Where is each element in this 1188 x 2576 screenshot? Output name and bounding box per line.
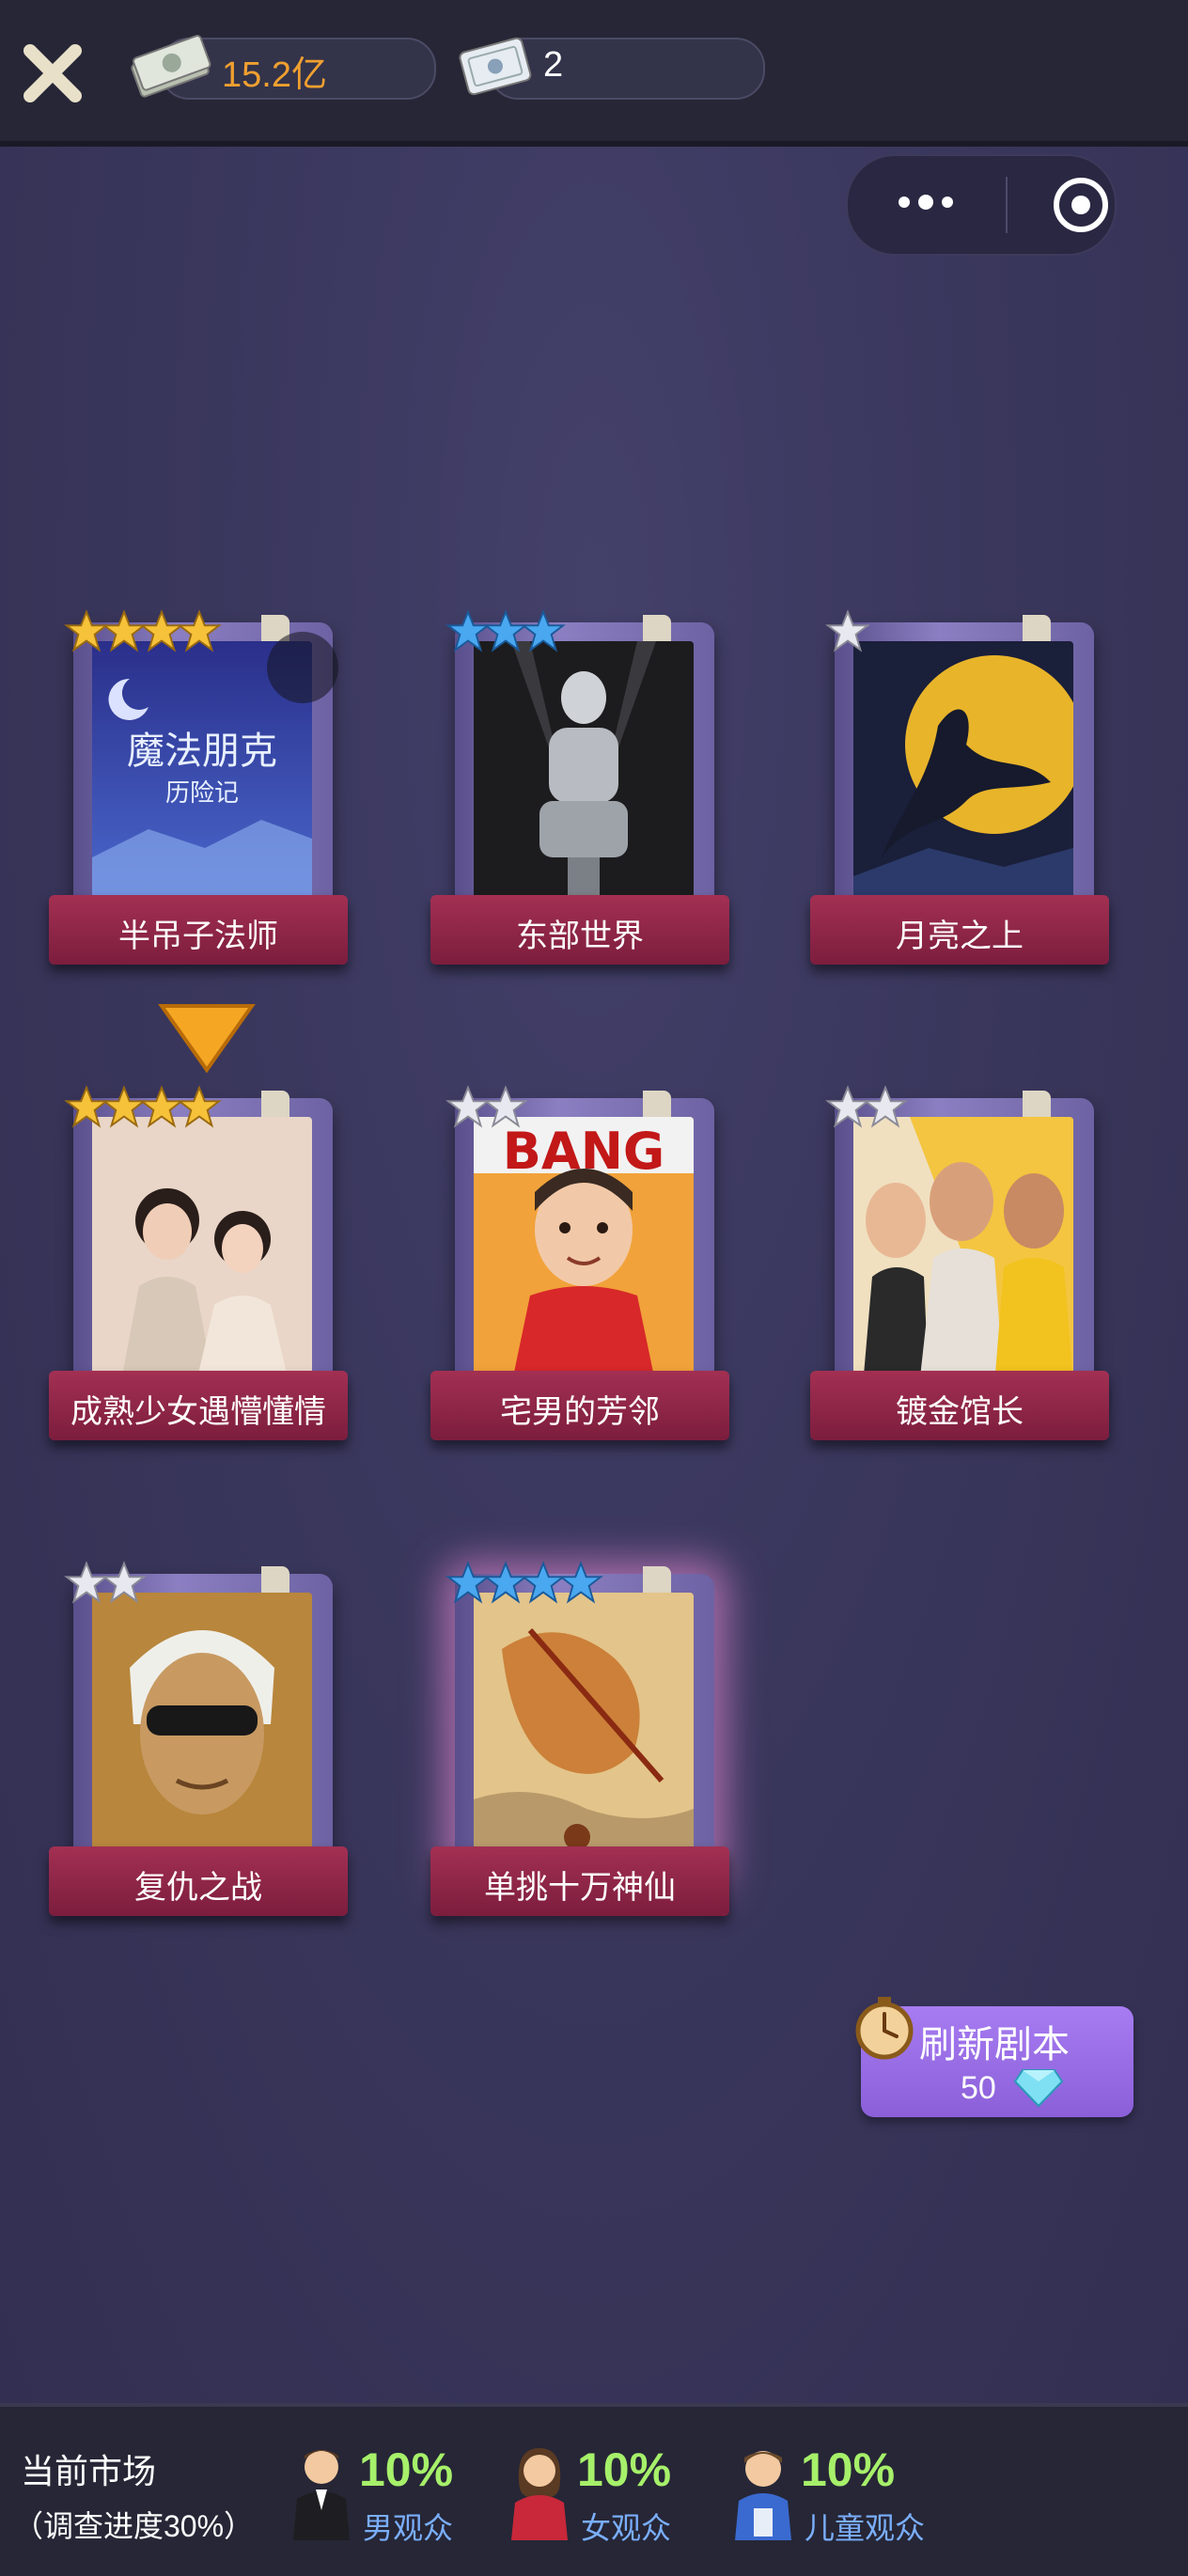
script-title: 成熟少女遇懵懂情: [70, 1394, 326, 1430]
script-title: 镀金馆长: [896, 1394, 1024, 1430]
money-stack-icon: [131, 35, 211, 98]
audience-percent: 10%: [801, 2443, 896, 2496]
more-icon[interactable]: [893, 188, 959, 216]
survey-progress: （调查进度30%）: [13, 2509, 255, 2543]
audience-label: 女观众: [581, 2511, 672, 2545]
star-rating: [825, 609, 870, 666]
poster-image: [92, 1593, 312, 1861]
script-title: 宅男的芳邻: [500, 1394, 660, 1430]
star-icon: [177, 1085, 222, 1128]
script-card[interactable]: 复仇之战: [47, 1553, 357, 1948]
child-audience-icon: [735, 2451, 791, 2540]
audience-label: 儿童观众: [805, 2511, 926, 2545]
male-audience-stat: 10% 男观众: [286, 2442, 502, 2555]
poster-subtitle: 历险记: [165, 779, 239, 808]
poster-image: [853, 1117, 1073, 1386]
mini-program-capsule: [846, 154, 1117, 256]
script-title: 东部世界: [516, 919, 644, 954]
male-audience-icon: [293, 2450, 350, 2540]
poster-image: [92, 1117, 312, 1386]
diamond-icon: [1013, 2069, 1064, 2108]
star-icon: [483, 1085, 528, 1128]
audience-percent: 10%: [577, 2443, 672, 2496]
refresh-cost: 50: [961, 2070, 996, 2106]
audience-percent: 10%: [359, 2443, 454, 2496]
audience-label: 男观众: [363, 2511, 454, 2545]
star-rating: [446, 1561, 603, 1617]
script-card[interactable]: 月亮之上: [808, 602, 1118, 997]
star-rating: [446, 609, 566, 666]
stopwatch-icon: [855, 1997, 914, 2060]
poster-title: 魔法朋克: [127, 730, 277, 773]
script-title: 半吊子法师: [118, 919, 278, 954]
market-title: 当前市场: [21, 2452, 157, 2490]
script-card[interactable]: 东部世界: [429, 602, 739, 997]
star-rating: [64, 609, 222, 666]
selected-overlay: [267, 632, 338, 703]
star-rating: [446, 1085, 528, 1141]
star-rating: [825, 1085, 908, 1141]
star-icon: [863, 1085, 908, 1128]
script-card[interactable]: 成熟少女遇懵懂情: [47, 1077, 357, 1472]
star-icon: [177, 609, 222, 652]
star-icon: [825, 609, 870, 652]
female-audience-icon: [511, 2448, 568, 2540]
script-card-highlighted[interactable]: 单挑十万神仙: [429, 1553, 739, 1948]
female-audience-stat: 10% 女观众: [504, 2442, 720, 2555]
script-ticket-icon: [459, 37, 532, 96]
script-card[interactable]: BANG 宅男的芳邻: [429, 1077, 739, 1472]
money-value: 15.2亿: [222, 55, 327, 95]
star-icon: [558, 1561, 603, 1604]
refresh-label: 刷新剧本: [919, 2024, 1070, 2066]
star-rating: [64, 1085, 222, 1141]
star-icon: [102, 1561, 147, 1604]
capsule-divider: [1006, 177, 1008, 233]
selection-arrow-icon: [158, 1004, 256, 1074]
poster-image: [474, 1593, 694, 1861]
close-icon[interactable]: [19, 39, 86, 107]
script-card[interactable]: 镀金馆长: [808, 1077, 1118, 1472]
child-audience-stat: 10% 儿童观众: [727, 2442, 944, 2555]
poster-image: [853, 641, 1073, 910]
star-rating: [64, 1561, 147, 1617]
ticket-value: 2: [543, 45, 564, 85]
script-card[interactable]: 魔法朋克 历险记 半吊子法师: [47, 602, 357, 997]
poster-image: BANG: [474, 1117, 694, 1386]
poster-image: [474, 641, 694, 910]
script-title: 单挑十万神仙: [484, 1870, 676, 1906]
script-title: 复仇之战: [134, 1870, 262, 1906]
close-target-icon[interactable]: [1051, 175, 1111, 235]
script-title: 月亮之上: [896, 919, 1024, 954]
star-icon: [521, 609, 566, 652]
